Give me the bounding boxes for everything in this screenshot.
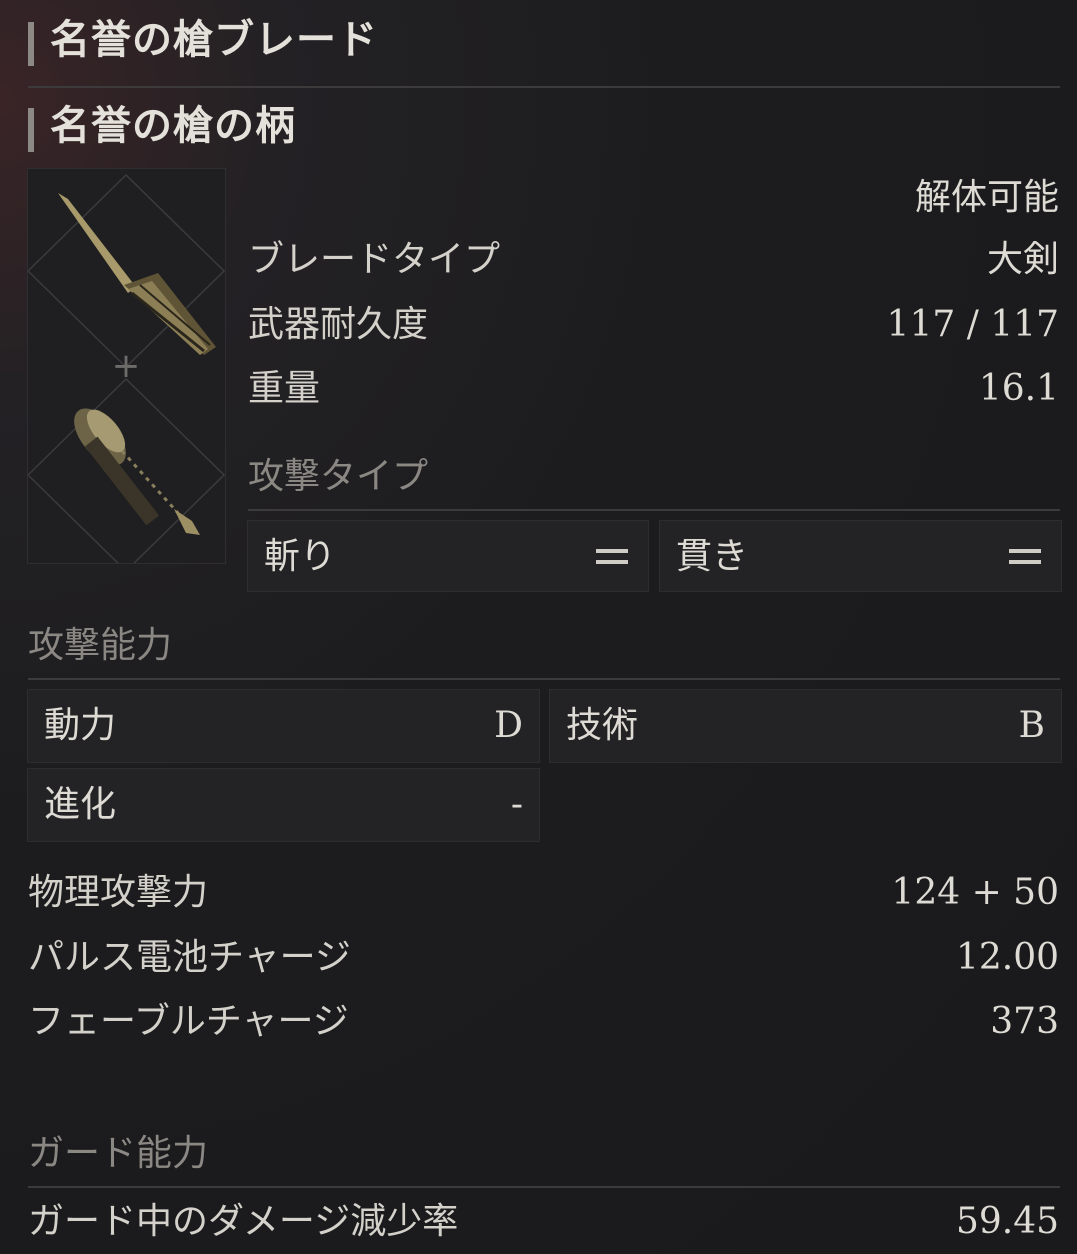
guard-divider xyxy=(28,1186,1060,1188)
dismantle-status: 解体可能 xyxy=(914,177,1059,218)
item-detail-panel: 名誉の槍ブレード 名誉の槍の柄 + 解体可能 ブレードタイプ 大剣 武器耐久度 … xyxy=(0,0,1077,1254)
fable-charge-value: 373 xyxy=(990,1001,1059,1042)
weight-value: 16.1 xyxy=(978,368,1059,409)
blade-icon xyxy=(58,193,216,355)
scaling-label: 技術 xyxy=(566,705,639,746)
durability-value: 117 / 117 xyxy=(886,304,1059,345)
pulse-charge-value: 12.00 xyxy=(955,937,1059,978)
scaling-motivity: 動力 D xyxy=(27,689,540,763)
attack-ability-divider xyxy=(28,678,1060,680)
weapon-thumbnail: + xyxy=(26,168,226,573)
scaling-technique: 技術 B xyxy=(549,689,1062,763)
title-accent-bar xyxy=(28,22,34,66)
weight-label: 重量 xyxy=(248,368,321,409)
blade-name: 名誉の槍ブレード xyxy=(50,16,378,63)
pulse-charge-label: パルス電池チャージ xyxy=(28,937,351,978)
handle-icon xyxy=(74,408,200,535)
scaling-grade: B xyxy=(1018,705,1045,746)
equals-icon xyxy=(596,549,628,565)
attack-type-divider xyxy=(248,509,1060,511)
scaling-advance: 進化 - xyxy=(27,768,540,842)
attack-type-label: 貫き xyxy=(676,536,749,577)
attack-power-value: 124 + 50 xyxy=(891,872,1059,913)
scaling-grade: - xyxy=(510,784,523,825)
frame-diamond-bottom xyxy=(26,377,226,573)
handle-name: 名誉の槍の柄 xyxy=(50,102,296,149)
damage-reduction-value: 59.45 xyxy=(955,1201,1059,1242)
scaling-label: 進化 xyxy=(44,784,117,825)
scaling-grade: D xyxy=(494,705,523,746)
plus-connector: + xyxy=(112,346,141,386)
attack-ability-heading: 攻撃能力 xyxy=(28,625,173,666)
title-divider xyxy=(28,86,1060,88)
attack-type-slash: 斬り xyxy=(247,520,649,592)
durability-label: 武器耐久度 xyxy=(248,304,429,345)
fable-charge-label: フェーブルチャージ xyxy=(28,1001,349,1042)
blade-title: 名誉の槍ブレード xyxy=(28,20,378,66)
blade-type-label: ブレードタイプ xyxy=(248,239,501,280)
equals-icon xyxy=(1009,549,1041,565)
blade-type-value: 大剣 xyxy=(986,239,1059,280)
damage-reduction-label: ガード中のダメージ減少率 xyxy=(28,1201,459,1242)
attack-type-pierce: 貫き xyxy=(659,520,1062,592)
guard-heading: ガード能力 xyxy=(28,1133,209,1174)
attack-power-label: 物理攻撃力 xyxy=(28,872,209,913)
title-accent-bar xyxy=(28,108,34,152)
attack-type-label: 斬り xyxy=(264,536,337,577)
handle-title: 名誉の槍の柄 xyxy=(28,106,296,152)
weapon-parts-image: + xyxy=(26,173,226,573)
attack-type-heading: 攻撃タイプ xyxy=(248,456,429,497)
scaling-label: 動力 xyxy=(44,705,117,746)
